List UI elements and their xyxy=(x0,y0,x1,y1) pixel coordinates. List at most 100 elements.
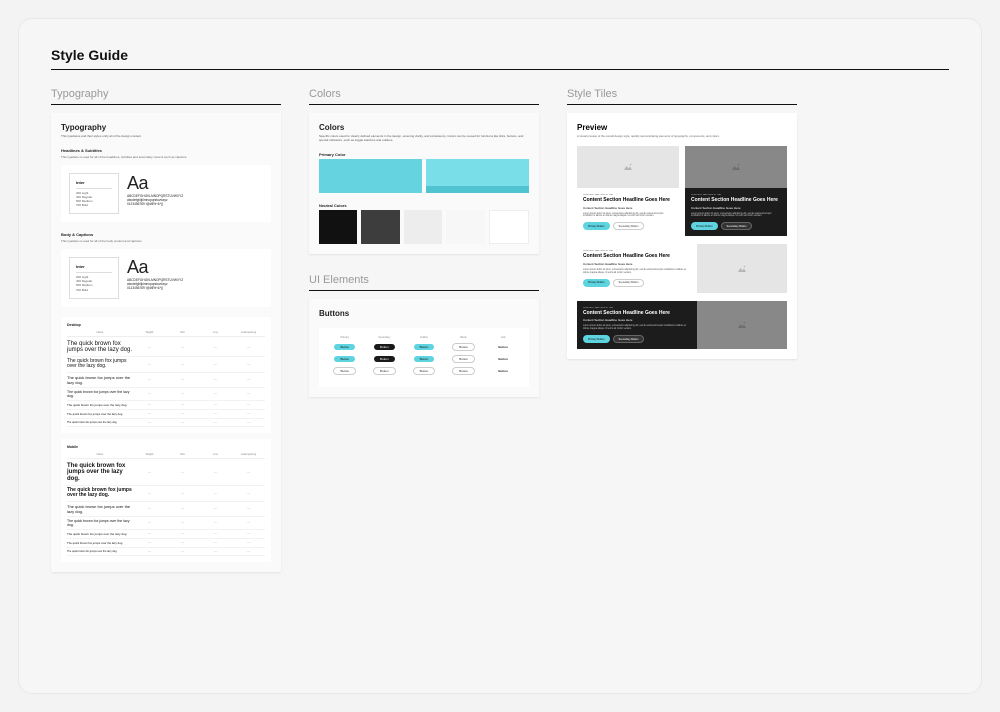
body-specimen: Inter 200 Light 400 Regular 500 Medium 7… xyxy=(61,249,271,306)
image-placeholder xyxy=(697,301,787,349)
type-scale-row: The quick brown fox jumps over the lazy … xyxy=(67,461,265,486)
tile-body: CONTENT SECTION STYLE Content Section He… xyxy=(577,301,697,349)
type-scale-row: The quick brown fox jumps over the lazy … xyxy=(67,410,265,419)
color-swatch-neutral-1 xyxy=(319,210,357,244)
type-scale-row: The quick brown fox jumps over the lazy … xyxy=(67,539,265,548)
button-row: Button Button Button Button Button xyxy=(325,367,523,375)
buttons-card: Buttons Primary Secondary Outline Basic … xyxy=(309,299,539,397)
primary-button[interactable]: Primary Button xyxy=(583,222,610,230)
image-placeholder xyxy=(697,244,787,292)
color-swatch-neutral-4 xyxy=(446,210,484,244)
image-placeholder xyxy=(685,146,787,188)
primary-button[interactable]: Button xyxy=(334,356,355,362)
button-grid-header: Primary Secondary Outline Basic Link xyxy=(325,336,523,339)
tile-light: CONTENT SECTION STYLE Content Section He… xyxy=(577,146,679,236)
primary-button[interactable]: Button xyxy=(334,344,355,350)
headlines-desc: This typeface is used for all of the hea… xyxy=(61,155,271,159)
type-scale-row: The quick brown fox jumps over the lazy … xyxy=(67,548,265,556)
primary-button[interactable]: Primary Button xyxy=(583,279,610,287)
secondary-button[interactable]: Secondary Button xyxy=(613,335,645,343)
secondary-button[interactable]: Secondary Button xyxy=(613,279,645,287)
type-scale-row: The quick brown fox jumps over the lazy … xyxy=(67,517,265,530)
secondary-button[interactable]: Button xyxy=(373,367,396,375)
color-swatch-neutral-5 xyxy=(489,210,529,244)
style-tiles-section-label: Style Tiles xyxy=(567,88,797,105)
style-guide-canvas: Style Guide Typography Typography This t… xyxy=(18,18,982,694)
tile-wide-light: CONTENT SECTION STYLE Content Section He… xyxy=(577,244,787,292)
columns: Typography Typography This typefaces and… xyxy=(51,88,949,572)
link-button[interactable]: Button xyxy=(492,368,514,374)
type-scale-columns: Name Weight Size Line Letterspacing xyxy=(67,453,265,459)
type-scale-row: The quick brown fox jumps over the lazy … xyxy=(67,486,265,502)
image-placeholder xyxy=(577,146,679,188)
card-subtitle: This typefaces and their styles unify al… xyxy=(61,134,271,138)
body-label: Body & Captions xyxy=(61,232,271,237)
type-scale-desktop: Desktop Name Weight Size Line Letterspac… xyxy=(61,317,271,433)
color-swatch-neutral-3 xyxy=(404,210,442,244)
color-swatch-neutral-2 xyxy=(361,210,399,244)
image-icon xyxy=(622,162,634,172)
type-scale-mobile: Mobile Name Weight Size Line Letterspaci… xyxy=(61,439,271,562)
button-row: Button Button Button Button Button xyxy=(325,355,523,363)
primary-button[interactable]: Primary Button xyxy=(691,222,718,230)
font-card: Inter 200 Light 400 Regular 500 Medium 7… xyxy=(69,173,119,214)
type-scale-row: The quick brown fox jumps over the lazy … xyxy=(67,388,265,401)
link-button[interactable]: Button xyxy=(492,344,514,350)
type-scale-row: The quick brown fox jumps over the lazy … xyxy=(67,419,265,427)
typography-section-label: Typography xyxy=(51,88,281,105)
secondary-button[interactable]: Secondary Button xyxy=(613,222,645,230)
neutral-color-row xyxy=(319,210,529,244)
page-title: Style Guide xyxy=(51,47,949,70)
typography-card: Typography This typefaces and their styl… xyxy=(51,113,281,572)
typography-column: Typography Typography This typefaces and… xyxy=(51,88,281,572)
headlines-label: Headlines & Subtitles xyxy=(61,148,271,153)
primary-button[interactable]: Primary Button xyxy=(583,335,610,343)
style-tiles-column: Style Tiles Preview A visual preview of … xyxy=(567,88,797,572)
tile-row: CONTENT SECTION STYLE Content Section He… xyxy=(577,301,787,349)
middle-column: Colors Colors Specific colors used for c… xyxy=(309,88,539,572)
outline-button[interactable]: Button xyxy=(413,367,436,375)
font-card: Inter 200 Light 400 Regular 500 Medium 7… xyxy=(69,257,119,298)
outline-button[interactable]: Button xyxy=(414,356,435,362)
link-button[interactable]: Button xyxy=(492,356,514,362)
basic-button[interactable]: Button xyxy=(452,343,475,351)
type-scale-row: The quick brown fox jumps over the lazy … xyxy=(67,401,265,410)
image-icon xyxy=(730,162,742,172)
primary-color-row xyxy=(319,159,529,193)
type-scale-row: The quick brown fox jumps over the lazy … xyxy=(67,373,265,388)
basic-button[interactable]: Button xyxy=(452,367,475,375)
secondary-button[interactable]: Button xyxy=(374,344,395,350)
colors-card: Colors Specific colors used for clearly … xyxy=(309,113,539,254)
tile-body: CONTENT SECTION STYLE Content Section He… xyxy=(685,188,787,236)
tile-row: CONTENT SECTION STYLE Content Section He… xyxy=(577,244,787,292)
button-row: Button Button Button Button Button xyxy=(325,343,523,351)
button-grid: Primary Secondary Outline Basic Link But… xyxy=(319,328,529,387)
tile-body: CONTENT SECTION STYLE Content Section He… xyxy=(577,188,679,236)
specimen: Aa ABCDEFGHIJKLMNOPQRSTUVWXYZ abcdefghij… xyxy=(127,173,263,214)
outline-button[interactable]: Button xyxy=(414,344,435,350)
type-scale-columns: Name Weight Size Line Letterspacing xyxy=(67,331,265,337)
color-swatch-primary-2 xyxy=(426,159,529,193)
type-scale-row: The quick brown fox jumps over the lazy … xyxy=(67,530,265,539)
tile-wide-dark: CONTENT SECTION STYLE Content Section He… xyxy=(577,301,787,349)
image-icon xyxy=(736,264,748,274)
preview-card: Preview A visual preview of the overall … xyxy=(567,113,797,359)
tile-dark: CONTENT SECTION STYLE Content Section He… xyxy=(685,146,787,236)
image-icon xyxy=(736,320,748,330)
colors-section-label: Colors xyxy=(309,88,539,105)
type-scale-row: The quick brown fox jumps over the lazy … xyxy=(67,502,265,517)
headlines-specimen: Inter 200 Light 400 Regular 500 Medium 7… xyxy=(61,165,271,222)
type-scale-row: The quick brown fox jumps over the lazy … xyxy=(67,339,265,357)
secondary-button[interactable]: Secondary Button xyxy=(721,222,753,230)
card-title: Typography xyxy=(61,123,271,132)
type-scale-row: The quick brown fox jumps over the lazy … xyxy=(67,357,265,373)
primary-button[interactable]: Button xyxy=(333,367,356,375)
ui-elements-section-label: UI Elements xyxy=(309,274,539,291)
tile-row: CONTENT SECTION STYLE Content Section He… xyxy=(577,146,787,236)
basic-button[interactable]: Button xyxy=(452,355,475,363)
secondary-button[interactable]: Button xyxy=(374,356,395,362)
specimen: Aa ABCDEFGHIJKLMNOPQRSTUVWXYZ abcdefghij… xyxy=(127,257,263,298)
body-desc: This typeface is used for all of the bod… xyxy=(61,239,271,243)
tile-body: CONTENT SECTION STYLE Content Section He… xyxy=(577,244,697,292)
color-swatch-primary-1 xyxy=(319,159,422,193)
